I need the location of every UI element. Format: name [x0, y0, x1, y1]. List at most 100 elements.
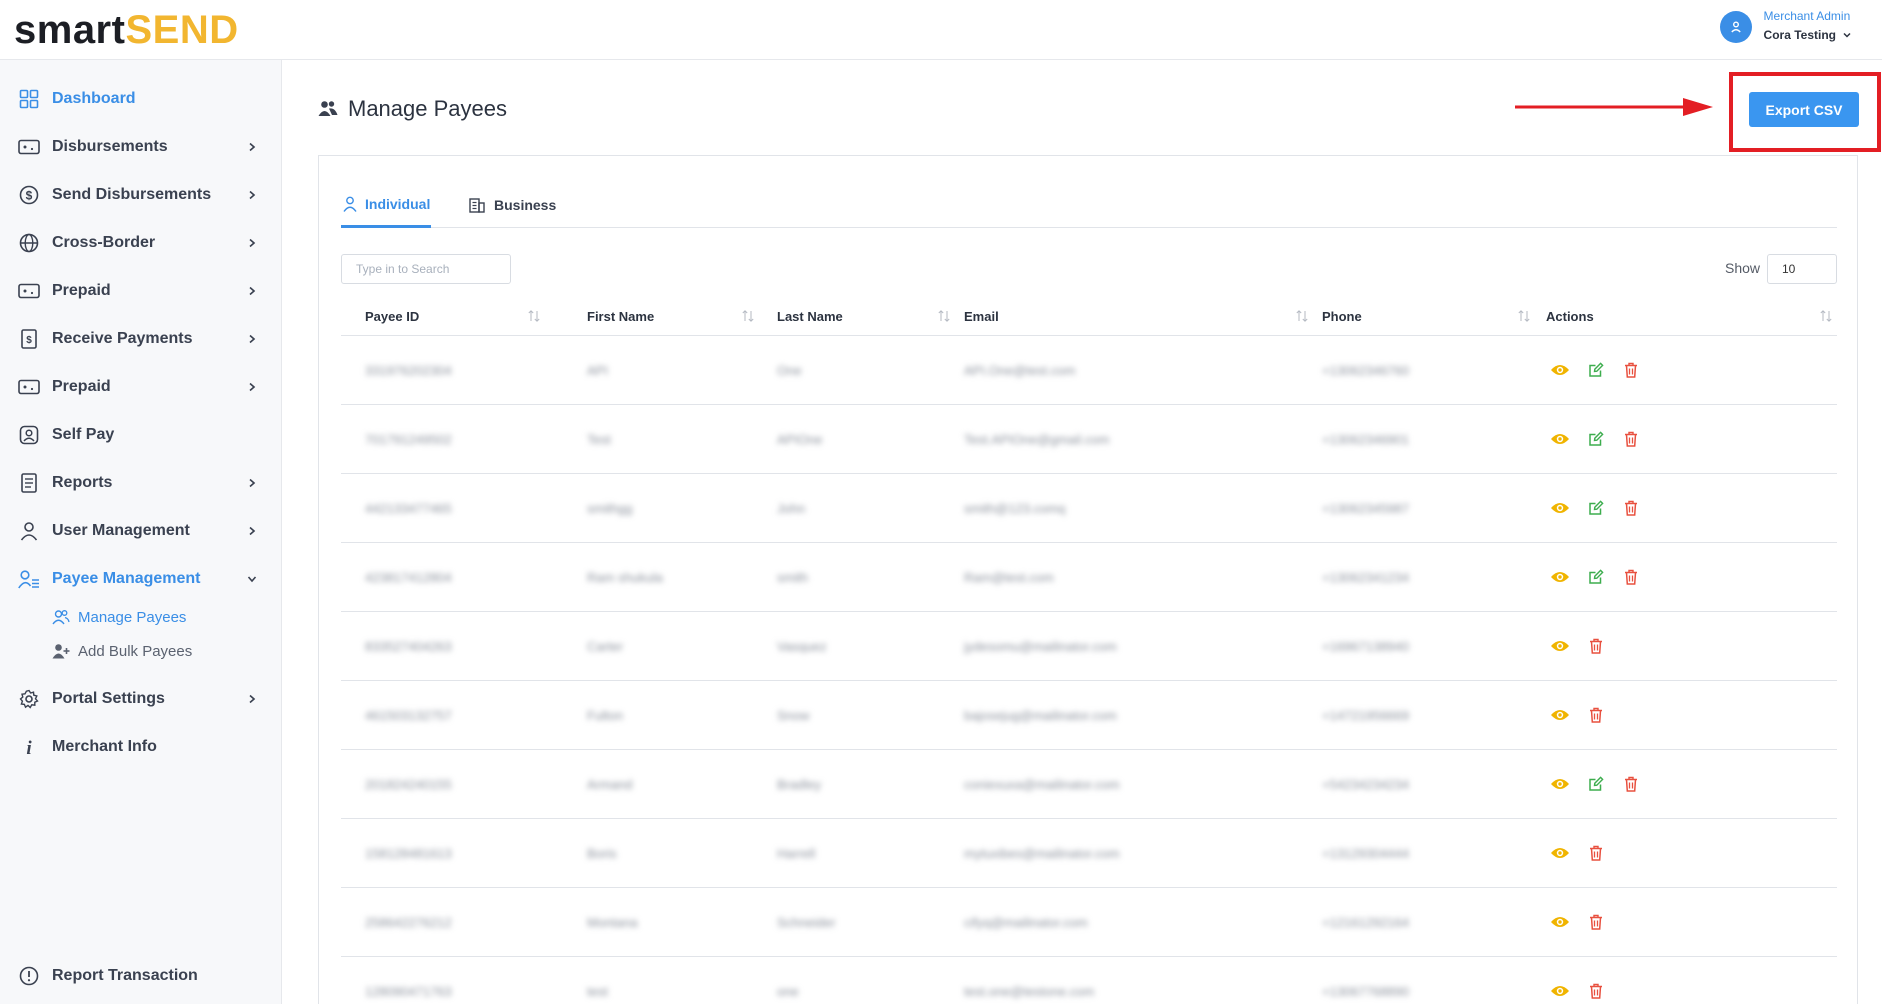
edit-icon[interactable]: [1586, 360, 1606, 380]
chevron-right-icon: [244, 283, 260, 299]
user-menu[interactable]: Merchant Admin Cora Testing: [1719, 8, 1852, 46]
cell-phone: +54234234234: [1322, 777, 1410, 792]
cell-last: APIOne: [777, 432, 823, 447]
delete-trash-icon[interactable]: [1586, 705, 1606, 725]
delete-trash-icon[interactable]: [1621, 360, 1641, 380]
avatar[interactable]: [1719, 11, 1752, 43]
column-header-last-name[interactable]: Last Name: [777, 296, 843, 336]
sidebar-item-reports[interactable]: Reports: [0, 463, 282, 503]
sort-icon[interactable]: [937, 309, 951, 323]
cell-first: Armand: [587, 777, 633, 792]
sidebar-item-receive-payments[interactable]: $ Receive Payments: [0, 319, 282, 359]
sidebar-item-merchant-info[interactable]: i Merchant Info: [0, 727, 282, 767]
cell-email: cifyq@mailinator.com: [964, 915, 1088, 930]
sidebar-item-dashboard[interactable]: Dashboard: [0, 79, 282, 119]
tab-individual[interactable]: Individual: [341, 182, 431, 228]
svg-text:i: i: [26, 738, 32, 757]
cash-icon: [17, 279, 41, 303]
edit-icon[interactable]: [1586, 429, 1606, 449]
sidebar-item-label: Portal Settings: [52, 690, 165, 707]
cell-last: Bradley: [777, 777, 822, 792]
sidebar-subitem-manage-payees[interactable]: Manage Payees: [52, 604, 186, 630]
delete-trash-icon[interactable]: [1621, 774, 1641, 794]
view-eye-icon[interactable]: [1550, 843, 1570, 863]
view-eye-icon[interactable]: [1550, 567, 1570, 587]
sort-icon[interactable]: [1819, 309, 1833, 323]
view-eye-icon[interactable]: [1550, 498, 1570, 518]
sidebar: Dashboard Disbursements $ Send Disbursem…: [0, 60, 282, 1004]
export-csv-button[interactable]: Export CSV: [1749, 92, 1859, 127]
sidebar-item-label: Cross-Border: [52, 234, 156, 251]
view-eye-icon[interactable]: [1550, 636, 1570, 656]
chevron-right-icon: [244, 187, 260, 203]
cell-last: one: [777, 984, 799, 999]
delete-trash-icon[interactable]: [1621, 498, 1641, 518]
sidebar-item-user-management[interactable]: User Management: [0, 511, 282, 551]
tab-business[interactable]: Business: [468, 182, 556, 228]
report-icon: [17, 471, 41, 495]
delete-trash-icon[interactable]: [1586, 843, 1606, 863]
delete-trash-icon[interactable]: [1586, 912, 1606, 932]
view-eye-icon[interactable]: [1550, 774, 1570, 794]
chevron-right-icon: [244, 475, 260, 491]
cell-last: One: [777, 363, 802, 378]
sidebar-item-disbursements[interactable]: Disbursements: [0, 127, 282, 167]
page-size-input[interactable]: [1767, 254, 1837, 284]
brand-logo[interactable]: smartSEND: [14, 4, 239, 56]
search-input[interactable]: [341, 254, 511, 284]
sort-icon[interactable]: [741, 309, 755, 323]
delete-trash-icon[interactable]: [1586, 981, 1606, 1001]
sidebar-item-portal-settings[interactable]: Portal Settings: [0, 679, 282, 719]
sidebar-item-prepaid-2[interactable]: Prepaid: [0, 367, 282, 407]
gear-icon: [17, 687, 41, 711]
sort-icon[interactable]: [527, 309, 541, 323]
sidebar-subitem-label: Manage Payees: [78, 608, 187, 626]
sidebar-subitem-add-bulk-payees[interactable]: Add Bulk Payees: [52, 638, 192, 664]
sidebar-item-send-disbursements[interactable]: $ Send Disbursements: [0, 175, 282, 215]
sort-icon[interactable]: [1295, 309, 1309, 323]
svg-text:$: $: [26, 335, 32, 346]
chevron-right-icon: [244, 139, 260, 155]
cash-icon: [17, 135, 41, 159]
view-eye-icon[interactable]: [1550, 429, 1570, 449]
delete-trash-icon[interactable]: [1621, 567, 1641, 587]
table-row: 128090471763 test one test.one@testone.com +…: [341, 957, 1837, 1004]
cell-phone: +16967138940: [1322, 639, 1410, 654]
page-title: Manage Payees: [318, 96, 507, 122]
view-eye-icon[interactable]: [1550, 981, 1570, 1001]
sidebar-subitem-label: Add Bulk Payees: [78, 642, 193, 660]
edit-icon[interactable]: [1586, 498, 1606, 518]
delete-trash-icon[interactable]: [1586, 636, 1606, 656]
annotation-arrow-icon: [1515, 98, 1713, 116]
sidebar-item-prepaid[interactable]: Prepaid: [0, 271, 282, 311]
column-header-first-name[interactable]: First Name: [587, 296, 654, 336]
cell-phone: +14721956669: [1322, 708, 1410, 723]
building-icon: [469, 198, 485, 213]
column-header-phone[interactable]: Phone: [1322, 296, 1362, 336]
user-name[interactable]: Cora Testing: [1764, 24, 1852, 46]
sort-icon[interactable]: [1517, 309, 1531, 323]
edit-icon[interactable]: [1586, 567, 1606, 587]
sidebar-item-label: Reports: [52, 474, 113, 491]
column-header-payee-id[interactable]: Payee ID: [365, 296, 419, 336]
cell-last: Schneider: [777, 915, 836, 930]
view-eye-icon[interactable]: [1550, 705, 1570, 725]
user-icon: [17, 519, 41, 543]
edit-icon[interactable]: [1586, 774, 1606, 794]
sidebar-item-self-pay[interactable]: Self Pay: [0, 415, 282, 455]
sidebar-item-label: Disbursements: [52, 138, 168, 155]
view-eye-icon[interactable]: [1550, 360, 1570, 380]
dashboard-icon: [17, 87, 41, 111]
sidebar-item-payee-management[interactable]: Payee Management: [0, 559, 282, 599]
sidebar-item-report-transaction[interactable]: Report Transaction: [0, 956, 282, 996]
cell-first: Carter: [587, 639, 624, 654]
table-row: 331976202304 API One API.One@test.com +13062…: [341, 336, 1837, 405]
info-icon: i: [17, 735, 41, 759]
column-header-email[interactable]: Email: [964, 296, 999, 336]
delete-trash-icon[interactable]: [1621, 429, 1641, 449]
chevron-down-icon: [1843, 32, 1851, 38]
sidebar-item-cross-border[interactable]: Cross-Border: [0, 223, 282, 263]
cell-first: Fulton: [587, 708, 624, 723]
view-eye-icon[interactable]: [1550, 912, 1570, 932]
cell-id: 258642276212: [365, 915, 452, 930]
